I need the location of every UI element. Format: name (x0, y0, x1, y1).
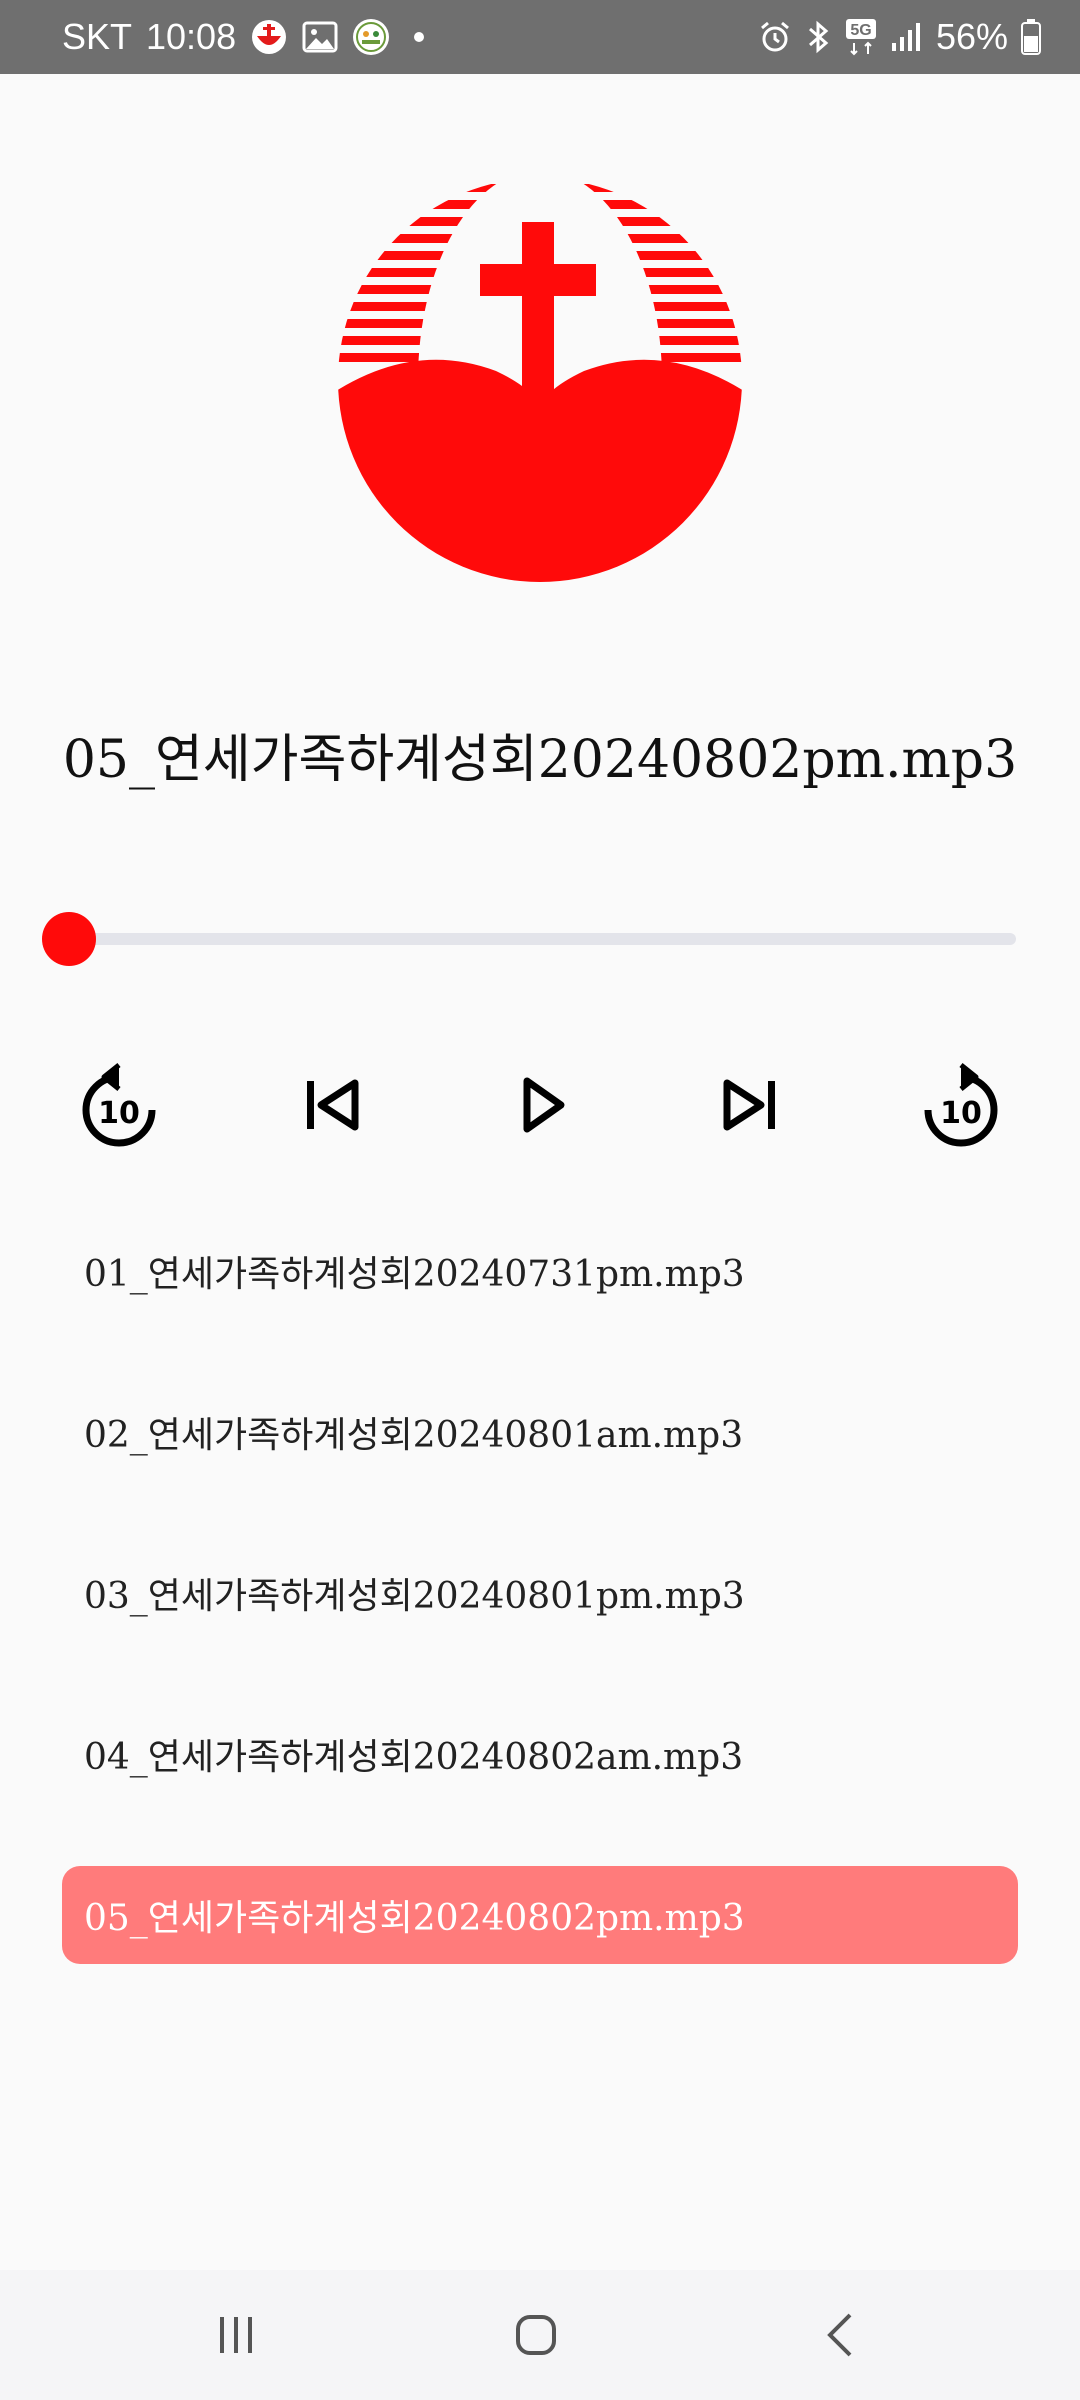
next-track-button[interactable] (696, 1050, 806, 1160)
battery-icon (1020, 18, 1042, 56)
church-app-icon (352, 18, 390, 56)
playlist-item-title: 03_연세가족하계성회20240801pm.mp3 (84, 1576, 745, 1617)
seek-track[interactable] (68, 933, 1016, 945)
status-bar: SKT 10:08 5G 56% (0, 0, 1080, 74)
rewind-10-button[interactable]: 10 (64, 1050, 174, 1160)
church-logo (336, 166, 744, 586)
skip-previous-icon (307, 1079, 359, 1131)
play-button[interactable] (488, 1050, 598, 1160)
playlist-item[interactable]: 03_연세가족하계성회20240801pm.mp3 (62, 1544, 1018, 1642)
app-notification-icon (250, 18, 288, 56)
playback-controls: 10 10 (0, 1050, 1080, 1160)
play-icon (523, 1077, 565, 1133)
now-playing-title: 05_연세가족하계성회20240802pm.mp3 (62, 730, 1018, 790)
forward-seconds-label: 10 (940, 1096, 982, 1131)
more-notifications-dot (414, 32, 425, 42)
clock-label: 10:08 (146, 16, 237, 57)
playlist-item-title: 05_연세가족하계성회20240802pm.mp3 (84, 1898, 745, 1939)
replay-10-icon: 10 (82, 1063, 156, 1147)
forward-10-button[interactable]: 10 (906, 1050, 1016, 1160)
alarm-icon (758, 20, 792, 54)
back-button[interactable] (780, 2290, 900, 2380)
status-left: SKT 10:08 (62, 0, 425, 74)
battery-percent: 56% (935, 16, 1008, 57)
status-right: 5G 56% (758, 0, 1042, 74)
forward-10-icon: 10 (924, 1063, 998, 1147)
skip-next-icon (723, 1079, 775, 1131)
playlist-item[interactable]: 04_연세가족하계성회20240802am.mp3 (62, 1705, 1018, 1803)
previous-track-button[interactable] (276, 1050, 386, 1160)
playlist-item-active[interactable]: 05_연세가족하계성회20240802pm.mp3 (62, 1866, 1018, 1964)
gallery-icon (302, 21, 338, 53)
5g-network-icon: 5G (844, 17, 878, 57)
recent-apps-button[interactable] (176, 2290, 296, 2380)
seek-bar[interactable] (40, 910, 1020, 966)
home-button[interactable] (476, 2290, 596, 2380)
playlist-item[interactable]: 01_연세가족하계성회20240731pm.mp3 (62, 1222, 1018, 1320)
carrier-label: SKT (62, 16, 133, 57)
system-navigation-bar (0, 2270, 1080, 2400)
recent-apps-icon (220, 2317, 252, 2353)
back-icon (827, 2313, 852, 2357)
home-icon (516, 2315, 556, 2355)
playlist-item-title: 04_연세가족하계성회20240802am.mp3 (84, 1737, 744, 1778)
playlist-item-title: 01_연세가족하계성회20240731pm.mp3 (84, 1254, 745, 1295)
playlist-item[interactable]: 02_연세가족하계성회20240801am.mp3 (62, 1383, 1018, 1481)
bluetooth-icon (804, 19, 832, 55)
signal-icon (890, 21, 924, 53)
rewind-seconds-label: 10 (98, 1096, 140, 1131)
playlist-item-title: 02_연세가족하계성회20240801am.mp3 (84, 1415, 744, 1456)
network-type-label: 5G (850, 22, 871, 39)
seek-thumb[interactable] (42, 912, 96, 966)
playlist: 01_연세가족하계성회20240731pm.mp3 02_연세가족하계성회202… (62, 1222, 1018, 2027)
